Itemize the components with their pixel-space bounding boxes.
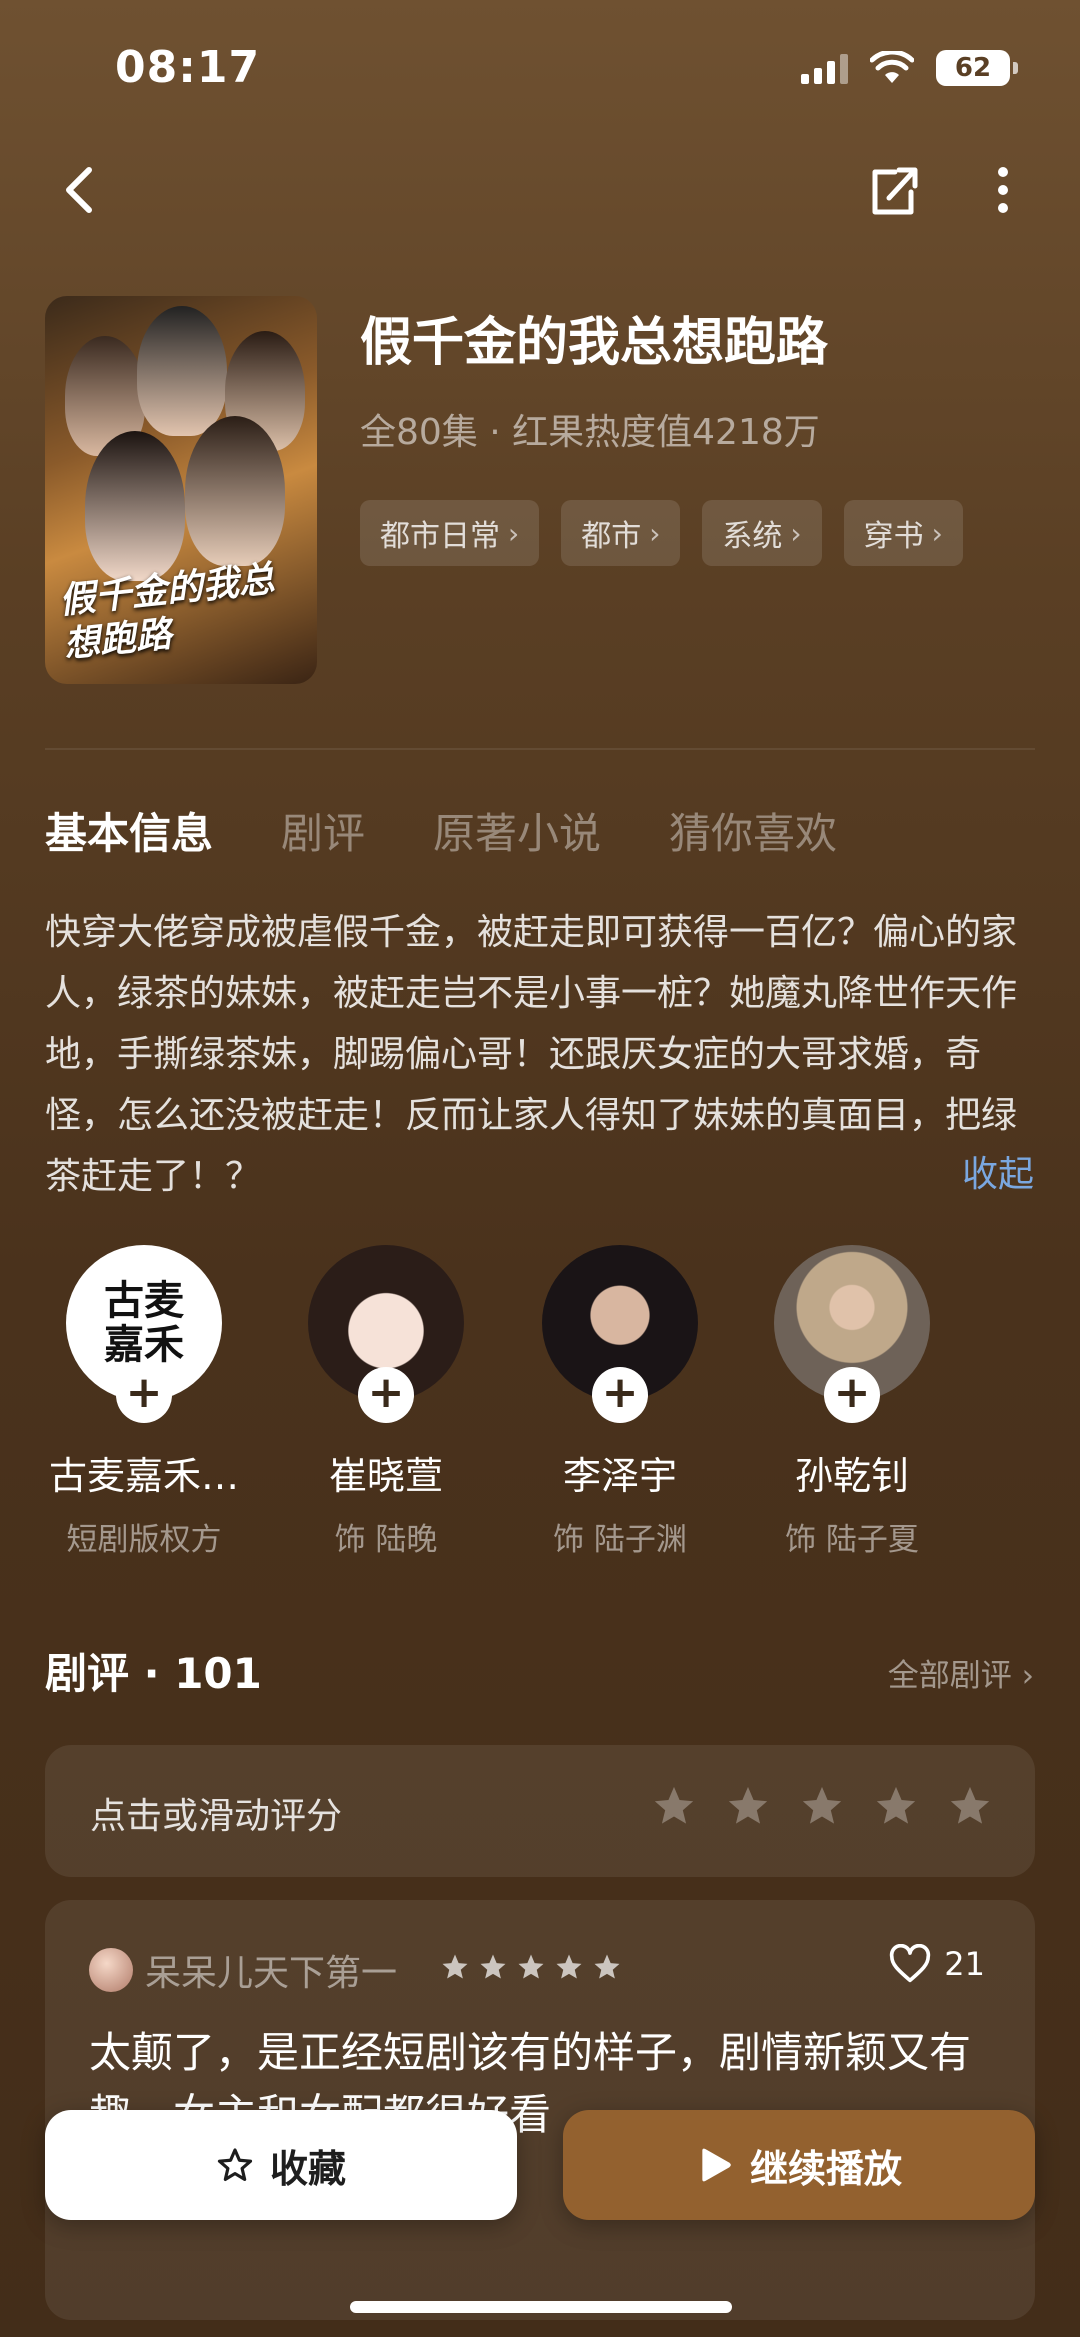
cast-item[interactable]: 古麦嘉禾 + 古麦嘉禾… 短剧版权方 (44, 1245, 244, 1559)
like-button[interactable]: 21 (888, 1944, 985, 1984)
battery-indicator: 62 (936, 50, 1018, 86)
cast-name: 李泽宇 (562, 1454, 677, 1498)
star-icon (594, 1954, 620, 1979)
like-count: 21 (944, 1945, 985, 1983)
more-icon[interactable] (985, 160, 1021, 220)
status-time: 08:17 (115, 42, 261, 93)
status-icons: 62 (801, 48, 1018, 88)
rating-prompt: 点击或滑动评分 (90, 1796, 343, 1837)
review-stars (440, 1952, 622, 1982)
cast-name: 古麦嘉禾… (48, 1454, 239, 1498)
star-icon (442, 1954, 468, 1979)
cast-role: 饰 陆子渊 (553, 1522, 687, 1558)
star-icon[interactable] (651, 1783, 697, 1829)
tab-recommendations[interactable]: 猜你喜欢 (669, 800, 837, 861)
tag-chip[interactable]: 都市 › (561, 500, 681, 566)
favorite-label: 收藏 (269, 2146, 346, 2191)
star-icon[interactable] (873, 1783, 919, 1829)
tag-chip[interactable]: 都市日常 › (360, 500, 540, 566)
reviews-heading: 剧评 · 101 (45, 1649, 262, 1698)
tag-chip[interactable]: 穿书 › (843, 500, 963, 566)
chevron-right-icon: › (1021, 1658, 1034, 1694)
chevron-right-icon: › (790, 516, 802, 550)
tab-bar: 基本信息 剧评 原著小说 猜你喜欢 (45, 800, 837, 861)
cast-item[interactable]: + 崔晓萱 饰 陆晚 (286, 1245, 486, 1559)
favorite-button[interactable]: 收藏 (45, 2110, 517, 2220)
tag-label: 系统 (722, 519, 783, 554)
home-indicator[interactable] (350, 2301, 732, 2313)
tag-list: 都市日常 › 都市 › 系统 › 穿书 › (360, 500, 963, 566)
cast-role: 饰 陆晚 (334, 1522, 438, 1558)
cast-role: 短剧版权方 (66, 1522, 222, 1558)
avatar: 古麦嘉禾 + (66, 1245, 222, 1423)
follow-plus-icon[interactable]: + (824, 1367, 880, 1423)
avatar[interactable] (89, 1948, 133, 1992)
tag-label: 都市日常 (380, 519, 500, 554)
chevron-right-icon: › (931, 516, 943, 550)
collapse-button[interactable]: 收起 (962, 1145, 1034, 1197)
tag-chip[interactable]: 系统 › (702, 500, 822, 566)
star-icon (556, 1954, 582, 1979)
continue-play-button[interactable]: 继续播放 (563, 2110, 1035, 2220)
wifi-icon (870, 51, 914, 83)
cellular-signal-icon (801, 52, 848, 84)
continue-play-label: 继续播放 (749, 2146, 902, 2191)
chevron-right-icon: › (649, 516, 661, 550)
tab-basic-info[interactable]: 基本信息 (45, 800, 213, 861)
all-reviews-label: 全部剧评 (887, 1658, 1012, 1694)
follow-plus-icon[interactable]: + (592, 1367, 648, 1423)
drama-poster[interactable]: 假千金的我总想跑路 (45, 296, 317, 684)
avatar: + (774, 1245, 930, 1423)
share-icon[interactable] (865, 160, 921, 220)
cast-item[interactable]: + 孙乾钊 饰 陆子夏 (752, 1245, 952, 1559)
drama-meta: 全80集 · 红果热度值4218万 (360, 412, 820, 453)
all-reviews-link[interactable]: 全部剧评 › (888, 1650, 1034, 1695)
follow-plus-icon[interactable]: + (116, 1367, 172, 1423)
star-outline-icon (217, 2148, 253, 2181)
star-icon[interactable] (799, 1783, 845, 1829)
heart-icon (890, 1944, 931, 1983)
follow-plus-icon[interactable]: + (358, 1367, 414, 1423)
star-icon[interactable] (725, 1783, 771, 1829)
star-icon (480, 1954, 506, 1979)
tag-label: 穿书 (863, 519, 924, 554)
avatar: + (308, 1245, 464, 1423)
star-icon[interactable] (947, 1783, 993, 1829)
review-username[interactable]: 呆呆儿天下第一 (145, 1944, 397, 1996)
cast-role: 饰 陆子夏 (785, 1522, 919, 1558)
tag-label: 都市 (581, 519, 642, 554)
cast-name: 孙乾钊 (794, 1454, 909, 1498)
poster-title: 假千金的我总想跑路 (57, 557, 277, 666)
rating-stars[interactable] (651, 1783, 993, 1829)
play-icon (702, 2148, 731, 2182)
avatar: + (542, 1245, 698, 1423)
divider (45, 748, 1035, 750)
back-icon[interactable] (55, 160, 105, 220)
cast-name: 崔晓萱 (328, 1454, 443, 1498)
synopsis-text: 快穿大佬穿成被虐假千金，被赶走即可获得一百亿？偏心的家人，绿茶的妹妹，被赶走岂不… (45, 912, 1018, 1197)
star-icon (518, 1954, 544, 1979)
studio-logo: 古麦嘉禾 (104, 1277, 184, 1368)
chevron-right-icon: › (508, 516, 520, 550)
cast-item[interactable]: + 李泽宇 饰 陆子渊 (520, 1245, 720, 1559)
tab-original-novel[interactable]: 原著小说 (433, 800, 601, 861)
rating-input[interactable]: 点击或滑动评分 (45, 1745, 1035, 1877)
drama-title: 假千金的我总想跑路 (360, 313, 829, 373)
tab-reviews[interactable]: 剧评 (281, 800, 365, 861)
